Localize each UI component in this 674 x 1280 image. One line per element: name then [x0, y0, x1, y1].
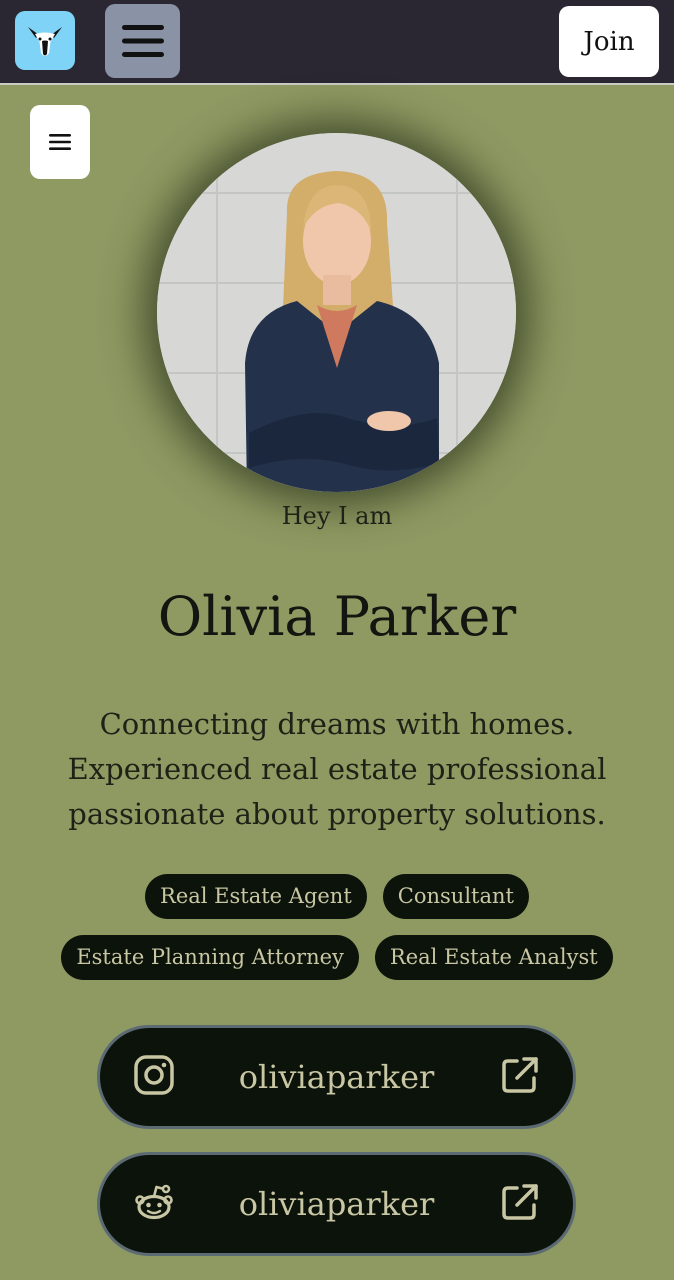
profile-bio: Connecting dreams with homes. Experience… [67, 707, 607, 831]
reddit-icon [133, 1181, 175, 1227]
main-menu-button[interactable] [105, 4, 180, 78]
top-navigation-bar: Join [0, 0, 674, 85]
instagram-icon [133, 1054, 175, 1100]
app-logo[interactable] [15, 11, 75, 70]
tag-estate-planning-attorney: Estate Planning Attorney [61, 935, 359, 980]
goat-logo-icon [28, 26, 62, 56]
join-button[interactable]: Join [559, 6, 659, 77]
profile-name: Olivia Parker [157, 585, 517, 648]
profile-photo [157, 133, 516, 492]
tag-real-estate-analyst: Real Estate Analyst [374, 935, 613, 980]
hamburger-icon [121, 25, 164, 57]
tag-row: Estate Planning Attorney Real Estate Ana… [0, 935, 674, 980]
reddit-link-button[interactable]: oliviaparker [97, 1152, 576, 1256]
profile-avatar [157, 133, 516, 492]
external-link-icon [500, 1055, 540, 1099]
profile-menu-button[interactable] [30, 105, 90, 179]
profession-tags: Real Estate Agent Consultant Estate Plan… [0, 874, 674, 996]
tag-real-estate-agent: Real Estate Agent [145, 874, 367, 919]
tag-row: Real Estate Agent Consultant [0, 874, 674, 919]
greeting-text: Hey I am [281, 502, 393, 530]
tag-consultant: Consultant [382, 874, 529, 919]
instagram-link-button[interactable]: oliviaparker [97, 1025, 576, 1129]
hamburger-icon [49, 134, 71, 150]
external-link-icon [500, 1182, 540, 1226]
